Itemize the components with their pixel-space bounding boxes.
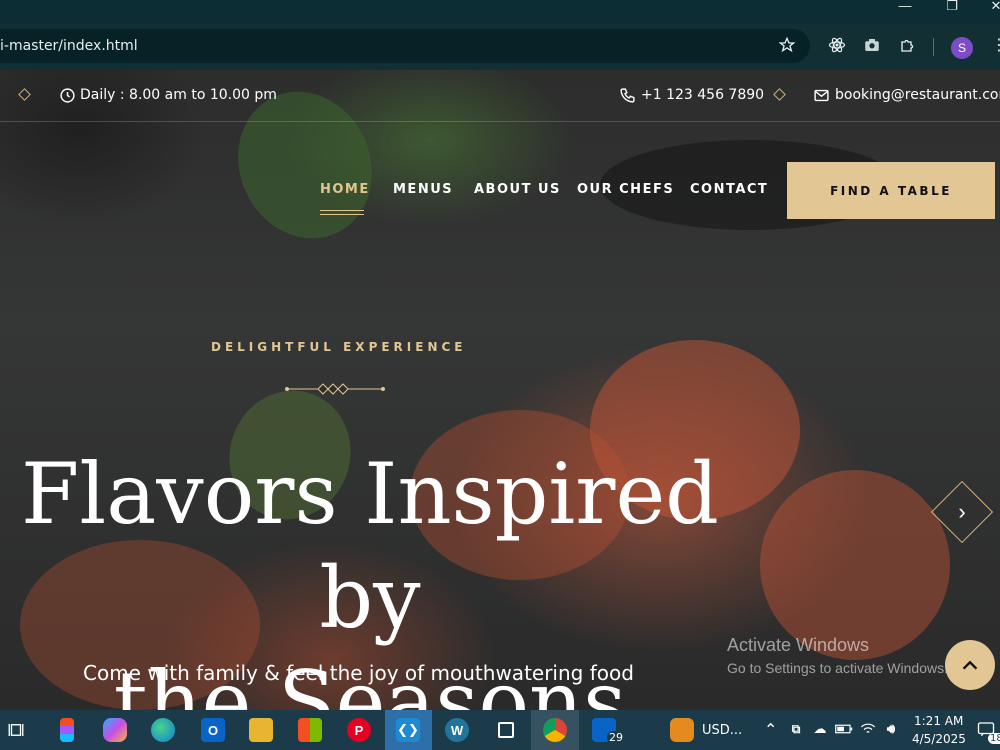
diamond-icon — [773, 88, 786, 101]
extensions-puzzle-icon[interactable] — [897, 34, 919, 56]
bookmark-star-icon[interactable] — [776, 34, 798, 56]
volume-icon[interactable]: 🔊︎ — [882, 720, 900, 738]
url-text[interactable]: i-master/index.html — [0, 38, 138, 54]
diamond-icon — [18, 88, 31, 101]
window-app-icon[interactable] — [498, 722, 514, 738]
hero-tagline: Come with family & feel the joy of mouth… — [83, 661, 634, 685]
currency-widget-label[interactable]: USD... — [702, 723, 742, 738]
nav-our-chefs[interactable]: OUR CHEFS — [577, 182, 674, 197]
microsoft-store-icon[interactable] — [298, 718, 322, 742]
activate-windows-title: Activate Windows — [727, 635, 870, 655]
restore-icon[interactable]: ❐ — [932, 0, 972, 24]
edge-browser-icon[interactable] — [151, 718, 175, 742]
window-titlebar: — ❐ ✕ — [0, 0, 1000, 24]
camera-icon[interactable] — [861, 34, 883, 56]
copilot-icon[interactable] — [103, 718, 127, 742]
ornament-divider-icon — [285, 383, 385, 395]
outlook-icon[interactable]: O — [201, 718, 225, 742]
nav-about-us[interactable]: ABOUT US — [474, 182, 561, 197]
clock-date[interactable]: 4/5/2025 — [912, 732, 966, 746]
wifi-icon[interactable] — [859, 720, 877, 738]
address-bar: i-master/index.html ⋮ — [0, 24, 1000, 70]
notifications-badge: 18 — [988, 733, 1000, 744]
opening-hours: Daily : 8.00 am to 10.00 pm — [80, 87, 277, 103]
sushi-roll-decoration — [760, 470, 950, 660]
find-a-table-button[interactable]: FIND A TABLE — [787, 162, 995, 219]
clock-time[interactable]: 1:21 AM — [914, 714, 963, 728]
close-icon[interactable]: ✕ — [976, 0, 1000, 24]
toolbar-divider — [933, 38, 934, 56]
windows-taskbar: O P ❮❯ W 29 USD... ⌃ ⧉ ☁ 🔊︎ 1:21 AM 4/5/… — [0, 710, 1000, 750]
phone-icon — [620, 88, 635, 103]
figma-icon[interactable] — [60, 718, 74, 742]
chrome-icon[interactable] — [543, 718, 567, 742]
nav-menus[interactable]: MENUS — [393, 182, 453, 197]
profile-avatar[interactable]: S — [951, 37, 973, 59]
phone-number[interactable]: +1 123 456 7890 — [641, 87, 764, 103]
file-explorer-icon[interactable] — [249, 718, 273, 742]
hero-section: Daily : 8.00 am to 10.00 pm +1 123 456 7… — [0, 70, 1000, 710]
chevron-right-icon[interactable]: › — [950, 498, 974, 526]
menu-kebab-icon[interactable]: ⋮ — [988, 34, 1000, 56]
clock-icon — [60, 88, 75, 103]
mail-badge: 29 — [607, 731, 625, 744]
headline-line-1: Flavors Inspired by — [21, 445, 719, 647]
scroll-to-top-button[interactable] — [945, 640, 995, 690]
nav-home[interactable]: HOME — [320, 182, 370, 197]
activate-windows-subtitle: Go to Settings to activate Windows. — [727, 660, 948, 676]
omnibox[interactable]: i-master/index.html — [0, 29, 810, 63]
chevron-up-icon[interactable]: ⌃ — [764, 720, 777, 739]
mail-icon — [814, 89, 829, 102]
hero-subtitle: DELIGHTFUL EXPERIENCE — [211, 340, 467, 354]
wordpress-icon[interactable]: W — [445, 718, 469, 742]
minimize-icon[interactable]: — — [885, 0, 925, 24]
email-address[interactable]: booking@restaurant.com — [835, 87, 1000, 103]
pinterest-icon[interactable]: P — [347, 718, 371, 742]
meet-now-icon[interactable]: ⧉ — [787, 720, 805, 738]
onedrive-cloud-icon[interactable]: ☁ — [811, 720, 829, 738]
chevron-up-icon — [962, 660, 978, 670]
task-view-icon[interactable] — [4, 718, 28, 742]
nav-active-indicator — [320, 210, 364, 215]
extension-atom-icon[interactable] — [826, 34, 848, 56]
battery-icon[interactable] — [835, 721, 853, 737]
top-info-bar: Daily : 8.00 am to 10.00 pm +1 123 456 7… — [0, 70, 1000, 122]
vscode-icon[interactable]: ❮❯ — [396, 718, 420, 742]
nav-contact[interactable]: CONTACT — [690, 182, 768, 197]
currency-widget-icon[interactable] — [670, 718, 694, 742]
